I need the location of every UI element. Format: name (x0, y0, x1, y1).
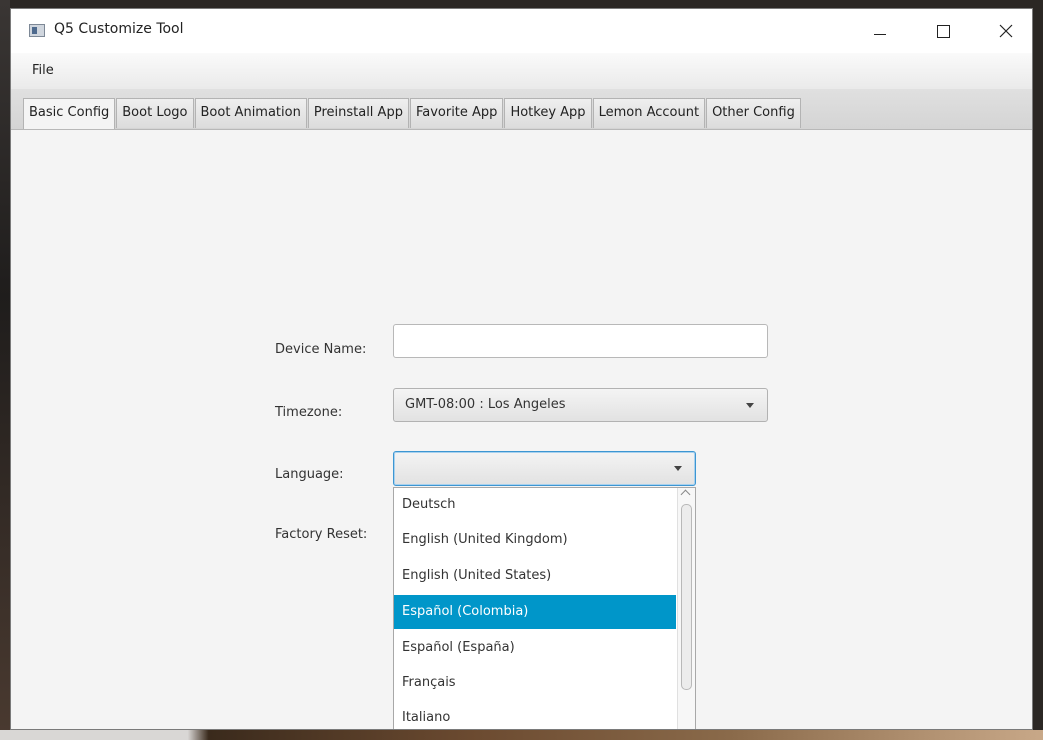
timezone-select[interactable]: GMT-08:00 : Los Angeles (393, 388, 768, 422)
language-label: Language: (275, 467, 344, 482)
scrollbar-thumb[interactable] (681, 504, 692, 690)
chevron-up-icon[interactable] (680, 489, 691, 500)
maximize-icon (936, 24, 950, 38)
basic-config-panel: Device Name: Timezone: GMT-08:00 : Los A… (11, 130, 1032, 729)
tab-other-config[interactable]: Other Config (706, 98, 801, 128)
tab-boot-logo[interactable]: Boot Logo (116, 98, 194, 128)
app-window-icon (29, 24, 45, 37)
tab-hotkey-app[interactable]: Hotkey App (504, 98, 592, 128)
language-select[interactable] (393, 451, 696, 486)
tab-bar: Basic Config Boot Logo Boot Animation Pr… (11, 89, 1032, 130)
chevron-down-icon (674, 466, 682, 471)
desktop-background (0, 0, 10, 740)
maximize-button[interactable] (920, 9, 966, 53)
device-name-input[interactable] (393, 324, 768, 358)
language-option-espanol-espana[interactable]: Español (España) (394, 631, 676, 665)
close-button[interactable] (983, 9, 1029, 53)
tab-preinstall-app[interactable]: Preinstall App (307, 98, 409, 128)
dropdown-scrollbar[interactable] (677, 488, 695, 729)
language-option-francais[interactable]: Français (394, 666, 676, 700)
factory-reset-label: Factory Reset: (275, 527, 368, 542)
minimize-icon (874, 33, 886, 35)
language-option-deutsch[interactable]: Deutsch (394, 488, 676, 522)
timezone-label: Timezone: (275, 405, 343, 420)
language-option-english-us[interactable]: English (United States) (394, 559, 676, 593)
desktop-taskbar-edge (0, 730, 1043, 740)
timezone-value: GMT-08:00 : Los Angeles (405, 397, 566, 412)
close-icon (999, 24, 1013, 38)
menu-bar: File (11, 53, 1032, 90)
app-window: Q5 Customize Tool File Basic Config Boot… (10, 8, 1033, 730)
window-title: Q5 Customize Tool (54, 21, 184, 37)
language-option-english-uk[interactable]: English (United Kingdom) (394, 523, 676, 557)
minimize-button[interactable] (857, 9, 903, 53)
chevron-down-icon (746, 403, 754, 408)
language-dropdown-list: Deutsch English (United Kingdom) English… (393, 487, 696, 729)
language-option-italiano[interactable]: Italiano (394, 701, 676, 729)
tab-lemon-account[interactable]: Lemon Account (592, 98, 706, 128)
title-bar[interactable]: Q5 Customize Tool (11, 9, 1032, 53)
tab-basic-config[interactable]: Basic Config (23, 98, 116, 129)
tab-favorite-app[interactable]: Favorite App (409, 98, 504, 128)
menu-file[interactable]: File (32, 63, 54, 78)
tab-boot-animation[interactable]: Boot Animation (194, 98, 307, 128)
device-name-label: Device Name: (275, 342, 367, 357)
language-option-espanol-colombia[interactable]: Español (Colombia) (394, 595, 676, 629)
